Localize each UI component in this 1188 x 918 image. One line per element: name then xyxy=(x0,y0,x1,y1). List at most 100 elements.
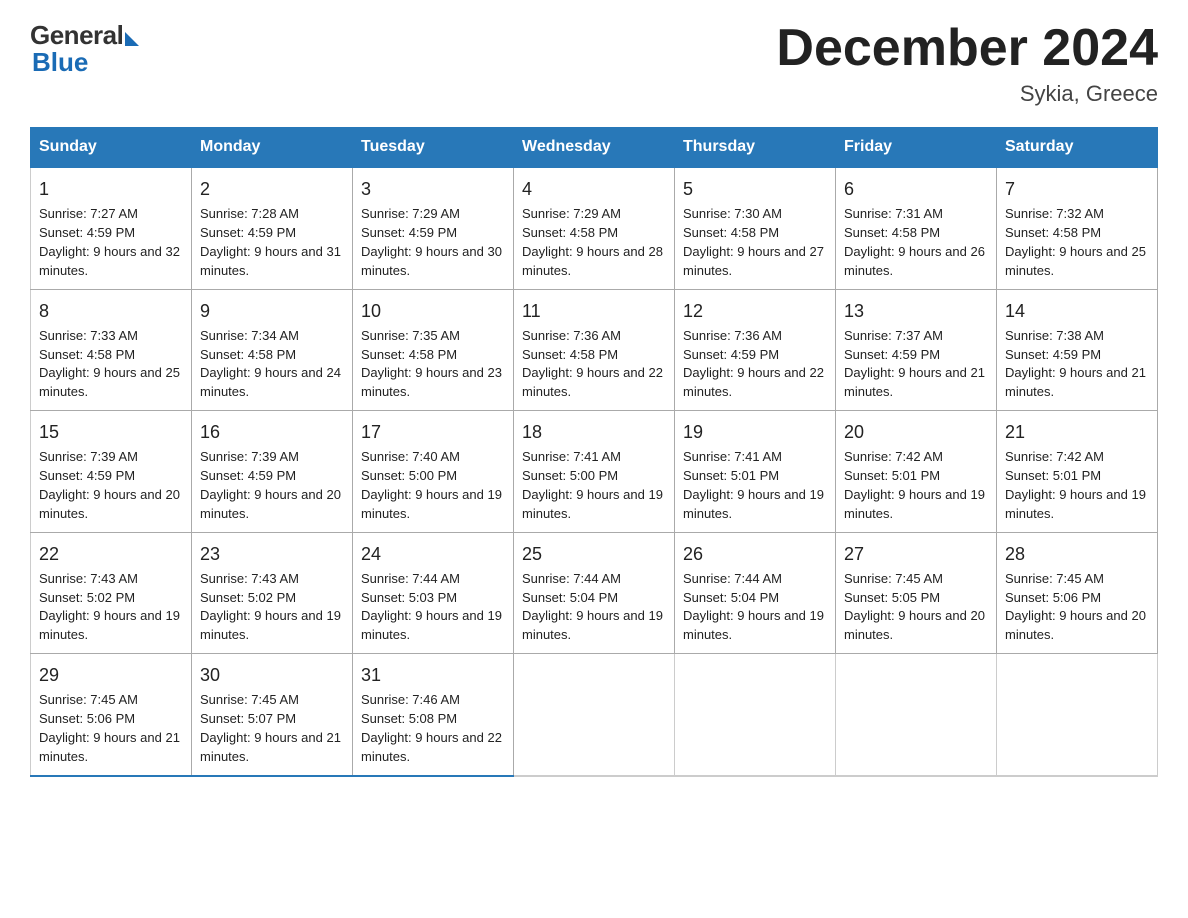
calendar-cell: 28 Sunrise: 7:45 AMSunset: 5:06 PMDayligh… xyxy=(997,532,1158,653)
day-number: 15 xyxy=(39,419,183,445)
day-number: 29 xyxy=(39,662,183,688)
calendar-cell: 29 Sunrise: 7:45 AMSunset: 5:06 PMDayligh… xyxy=(31,654,192,776)
day-number: 5 xyxy=(683,176,827,202)
calendar-week-row: 8Sunrise: 7:33 AMSunset: 4:58 PMDaylight… xyxy=(31,289,1158,410)
calendar-cell xyxy=(836,654,997,776)
day-info: Sunrise: 7:40 AMSunset: 5:00 PMDaylight:… xyxy=(361,448,505,523)
day-header-sunday: Sunday xyxy=(31,128,192,168)
day-header-wednesday: Wednesday xyxy=(514,128,675,168)
calendar-week-row: 15 Sunrise: 7:39 AMSunset: 4:59 PMDayligh… xyxy=(31,411,1158,532)
day-header-thursday: Thursday xyxy=(675,128,836,168)
day-header-tuesday: Tuesday xyxy=(353,128,514,168)
day-info: Sunrise: 7:44 AMSunset: 5:03 PMDaylight:… xyxy=(361,570,505,645)
calendar-cell: 5Sunrise: 7:30 AMSunset: 4:58 PMDaylight… xyxy=(675,167,836,289)
calendar-cell: 23Sunrise: 7:43 AMSunset: 5:02 PMDayligh… xyxy=(192,532,353,653)
calendar-week-row: 29 Sunrise: 7:45 AMSunset: 5:06 PMDayligh… xyxy=(31,654,1158,776)
calendar-cell: 2 Sunrise: 7:28 AMSunset: 4:59 PMDaylight… xyxy=(192,167,353,289)
day-number: 19 xyxy=(683,419,827,445)
calendar-cell: 21 Sunrise: 7:42 AMSunset: 5:01 PMDayligh… xyxy=(997,411,1158,532)
day-number: 11 xyxy=(522,298,666,324)
day-info: Sunrise: 7:37 AMSunset: 4:59 PMDaylight:… xyxy=(844,327,988,402)
day-number: 25 xyxy=(522,541,666,567)
day-number: 3 xyxy=(361,176,505,202)
calendar-cell: 9 Sunrise: 7:34 AMSunset: 4:58 PMDaylight… xyxy=(192,289,353,410)
day-info: Sunrise: 7:45 AMSunset: 5:06 PMDaylight:… xyxy=(39,691,183,766)
day-info: Sunrise: 7:44 AMSunset: 5:04 PMDaylight:… xyxy=(522,570,666,645)
day-number: 24 xyxy=(361,541,505,567)
calendar-cell: 10Sunrise: 7:35 AMSunset: 4:58 PMDayligh… xyxy=(353,289,514,410)
day-header-saturday: Saturday xyxy=(997,128,1158,168)
day-info: Sunrise: 7:38 AMSunset: 4:59 PMDaylight:… xyxy=(1005,327,1149,402)
day-info: Sunrise: 7:28 AMSunset: 4:59 PMDaylight:… xyxy=(200,205,344,280)
day-number: 9 xyxy=(200,298,344,324)
calendar-cell: 12Sunrise: 7:36 AMSunset: 4:59 PMDayligh… xyxy=(675,289,836,410)
day-header-row: SundayMondayTuesdayWednesdayThursdayFrid… xyxy=(31,128,1158,168)
calendar-cell: 19 Sunrise: 7:41 AMSunset: 5:01 PMDayligh… xyxy=(675,411,836,532)
calendar-cell: 22 Sunrise: 7:43 AMSunset: 5:02 PMDayligh… xyxy=(31,532,192,653)
day-info: Sunrise: 7:39 AMSunset: 4:59 PMDaylight:… xyxy=(39,448,183,523)
day-number: 28 xyxy=(1005,541,1149,567)
calendar-cell: 15 Sunrise: 7:39 AMSunset: 4:59 PMDayligh… xyxy=(31,411,192,532)
day-number: 31 xyxy=(361,662,505,688)
calendar-cell: 17Sunrise: 7:40 AMSunset: 5:00 PMDayligh… xyxy=(353,411,514,532)
day-info: Sunrise: 7:42 AMSunset: 5:01 PMDaylight:… xyxy=(1005,448,1149,523)
day-info: Sunrise: 7:45 AMSunset: 5:06 PMDaylight:… xyxy=(1005,570,1149,645)
day-number: 26 xyxy=(683,541,827,567)
calendar-cell: 14 Sunrise: 7:38 AMSunset: 4:59 PMDayligh… xyxy=(997,289,1158,410)
day-info: Sunrise: 7:27 AMSunset: 4:59 PMDaylight:… xyxy=(39,205,183,280)
calendar-cell: 7Sunrise: 7:32 AMSunset: 4:58 PMDaylight… xyxy=(997,167,1158,289)
header: General Blue December 2024 Sykia, Greece xyxy=(30,20,1158,107)
day-info: Sunrise: 7:41 AMSunset: 5:01 PMDaylight:… xyxy=(683,448,827,523)
day-info: Sunrise: 7:42 AMSunset: 5:01 PMDaylight:… xyxy=(844,448,988,523)
location-title: Sykia, Greece xyxy=(776,81,1158,107)
day-info: Sunrise: 7:43 AMSunset: 5:02 PMDaylight:… xyxy=(39,570,183,645)
day-number: 21 xyxy=(1005,419,1149,445)
calendar-cell: 13 Sunrise: 7:37 AMSunset: 4:59 PMDayligh… xyxy=(836,289,997,410)
calendar-cell: 26Sunrise: 7:44 AMSunset: 5:04 PMDayligh… xyxy=(675,532,836,653)
calendar-cell: 31 Sunrise: 7:46 AMSunset: 5:08 PMDayligh… xyxy=(353,654,514,776)
day-info: Sunrise: 7:39 AMSunset: 4:59 PMDaylight:… xyxy=(200,448,344,523)
day-info: Sunrise: 7:46 AMSunset: 5:08 PMDaylight:… xyxy=(361,691,505,766)
calendar-cell: 27 Sunrise: 7:45 AMSunset: 5:05 PMDayligh… xyxy=(836,532,997,653)
day-header-friday: Friday xyxy=(836,128,997,168)
day-info: Sunrise: 7:34 AMSunset: 4:58 PMDaylight:… xyxy=(200,327,344,402)
day-number: 10 xyxy=(361,298,505,324)
day-number: 30 xyxy=(200,662,344,688)
calendar-cell: 8Sunrise: 7:33 AMSunset: 4:58 PMDaylight… xyxy=(31,289,192,410)
calendar-cell: 16Sunrise: 7:39 AMSunset: 4:59 PMDayligh… xyxy=(192,411,353,532)
day-number: 14 xyxy=(1005,298,1149,324)
day-number: 6 xyxy=(844,176,988,202)
day-info: Sunrise: 7:45 AMSunset: 5:07 PMDaylight:… xyxy=(200,691,344,766)
logo-arrow-icon xyxy=(125,32,139,46)
day-number: 12 xyxy=(683,298,827,324)
calendar-cell: 11Sunrise: 7:36 AMSunset: 4:58 PMDayligh… xyxy=(514,289,675,410)
calendar-cell: 30 Sunrise: 7:45 AMSunset: 5:07 PMDayligh… xyxy=(192,654,353,776)
logo-blue-text: Blue xyxy=(32,47,88,78)
calendar-cell xyxy=(675,654,836,776)
calendar-cell: 18Sunrise: 7:41 AMSunset: 5:00 PMDayligh… xyxy=(514,411,675,532)
calendar-cell xyxy=(997,654,1158,776)
calendar-cell: 1Sunrise: 7:27 AMSunset: 4:59 PMDaylight… xyxy=(31,167,192,289)
calendar-week-row: 1Sunrise: 7:27 AMSunset: 4:59 PMDaylight… xyxy=(31,167,1158,289)
day-info: Sunrise: 7:29 AMSunset: 4:59 PMDaylight:… xyxy=(361,205,505,280)
day-number: 2 xyxy=(200,176,344,202)
calendar-week-row: 22 Sunrise: 7:43 AMSunset: 5:02 PMDayligh… xyxy=(31,532,1158,653)
day-number: 20 xyxy=(844,419,988,445)
logo: General Blue xyxy=(30,20,139,78)
day-number: 27 xyxy=(844,541,988,567)
calendar-cell: 6 Sunrise: 7:31 AMSunset: 4:58 PMDaylight… xyxy=(836,167,997,289)
calendar-cell: 4 Sunrise: 7:29 AMSunset: 4:58 PMDaylight… xyxy=(514,167,675,289)
day-info: Sunrise: 7:31 AMSunset: 4:58 PMDaylight:… xyxy=(844,205,988,280)
calendar-cell: 24 Sunrise: 7:44 AMSunset: 5:03 PMDayligh… xyxy=(353,532,514,653)
day-info: Sunrise: 7:29 AMSunset: 4:58 PMDaylight:… xyxy=(522,205,666,280)
day-info: Sunrise: 7:43 AMSunset: 5:02 PMDaylight:… xyxy=(200,570,344,645)
day-info: Sunrise: 7:41 AMSunset: 5:00 PMDaylight:… xyxy=(522,448,666,523)
day-info: Sunrise: 7:45 AMSunset: 5:05 PMDaylight:… xyxy=(844,570,988,645)
day-number: 4 xyxy=(522,176,666,202)
calendar-cell: 25 Sunrise: 7:44 AMSunset: 5:04 PMDayligh… xyxy=(514,532,675,653)
title-area: December 2024 Sykia, Greece xyxy=(776,20,1158,107)
calendar-cell xyxy=(514,654,675,776)
day-number: 13 xyxy=(844,298,988,324)
day-number: 22 xyxy=(39,541,183,567)
day-header-monday: Monday xyxy=(192,128,353,168)
